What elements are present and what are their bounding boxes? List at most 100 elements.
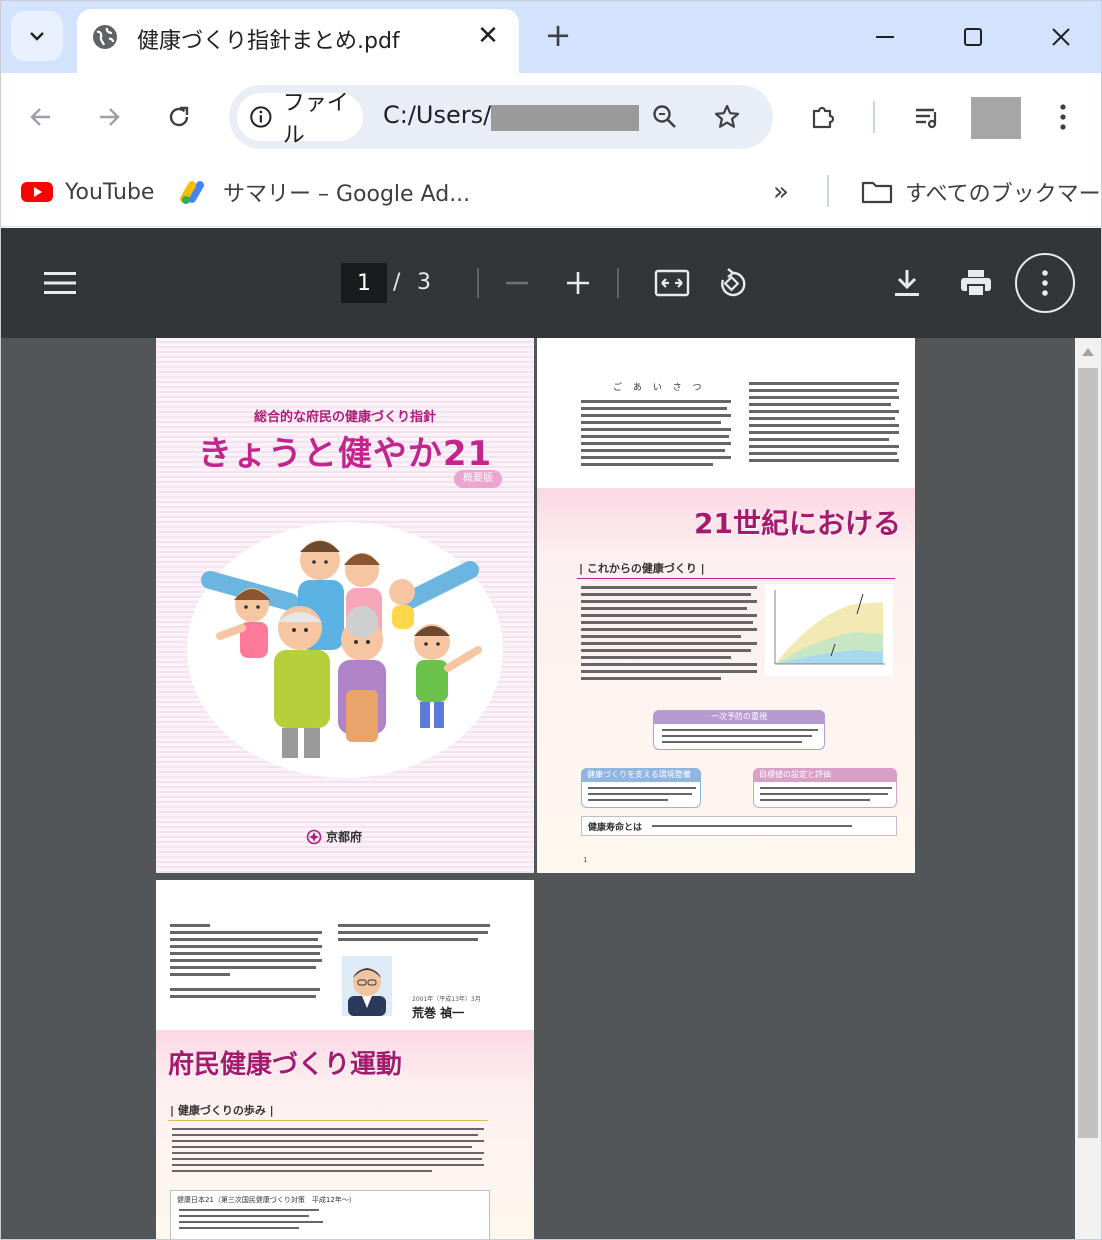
section-underline [168, 1120, 488, 1121]
extensions-button[interactable] [801, 95, 845, 139]
youtube-icon [21, 182, 53, 202]
primary-prevention-box: 一次予防の重視 [653, 710, 825, 750]
kebab-menu-icon [1042, 270, 1048, 296]
healthy-life-box: 健康寿命とは [581, 816, 897, 836]
bookmark-youtube[interactable]: YouTube [21, 175, 154, 209]
pdf-page-cover: 総合的な府民の健康づくり指針 きょうと健やか21 概要版 京都府 [156, 338, 534, 873]
minimize-button[interactable] [863, 15, 907, 59]
history-box-title: 健康日本21（第三次国民健康づくり対策 平成12年〜） [177, 1196, 356, 1204]
box-text [179, 1209, 479, 1233]
reload-button[interactable] [157, 95, 201, 139]
globe-icon [93, 25, 117, 49]
page2-section-title: | これからの健康づくり | [579, 562, 705, 575]
google-ads-icon [180, 181, 204, 204]
cover-badge: 概要版 [454, 470, 502, 488]
download-button[interactable] [883, 259, 931, 307]
browser-menu-button[interactable] [1041, 95, 1085, 139]
zoom-out-button[interactable] [493, 259, 541, 307]
page-number: 1 [583, 856, 588, 864]
rotate-icon [721, 268, 746, 297]
maximize-button[interactable] [951, 15, 995, 59]
media-controls-button[interactable] [905, 95, 949, 139]
bookmark-star-button[interactable] [707, 97, 747, 137]
close-icon [1052, 28, 1070, 46]
vertical-scrollbar[interactable] [1075, 338, 1101, 1239]
bookmark-google-ads[interactable]: サマリー – Google Ad... [179, 175, 470, 209]
section-underline [577, 578, 895, 579]
close-window-button[interactable] [1039, 15, 1083, 59]
greeting-text-right [749, 382, 899, 466]
bookmarks-overflow-button[interactable]: » [773, 175, 789, 209]
sidebar-toggle-button[interactable] [36, 259, 84, 307]
pdf-viewer[interactable]: 総合的な府民の健康づくり指針 きょうと健やか21 概要版 京都府 ご あ い さ… [1, 338, 1101, 1239]
goals-title: 目標値の設定と評価 [753, 768, 897, 782]
back-button[interactable] [19, 95, 63, 139]
kyoto-emblem-icon [306, 829, 322, 844]
zoom-button[interactable] [645, 97, 685, 137]
redacted-url [491, 105, 639, 131]
minimize-icon [876, 36, 894, 38]
profile-avatar[interactable] [971, 97, 1021, 139]
greeting-heading: ご あ い さ つ [613, 383, 706, 393]
magnifier-icon [653, 105, 676, 128]
forward-button[interactable] [87, 95, 131, 139]
minus-icon [506, 281, 528, 285]
all-bookmarks-label: すべてのブックマーク [905, 182, 1102, 207]
toolbar-separator [873, 101, 875, 133]
tab-close-button[interactable]: ✕ [473, 21, 503, 51]
fit-page-icon [654, 269, 690, 297]
page2-body-text [581, 586, 757, 684]
healthy-life-title: 健康寿命とは [588, 823, 643, 833]
all-bookmarks-button[interactable]: すべてのブックマーク [861, 175, 1102, 209]
page3-heading: 府民健康づくり運動 [168, 1050, 403, 1080]
scroll-up-arrow[interactable] [1082, 348, 1094, 356]
new-tab-button[interactable]: + [541, 15, 575, 55]
pdf-separator [477, 268, 479, 298]
greeting-continued-left [170, 924, 322, 1002]
primary-prevention-title: 一次予防の重視 [653, 710, 825, 724]
printer-icon [961, 270, 991, 297]
environment-box: 健康づくりを支える環境整備 [581, 768, 701, 808]
maximize-icon [964, 28, 982, 46]
page-total: 3 [417, 270, 431, 295]
bookmarks-bar: YouTube サマリー – Google Ad... » すべてのブックマーク [1, 161, 1101, 227]
page3-section: 府民健康づくり運動 | 健康づくりの歩み | 健康日本21（第三次国民健康づくり… [156, 1030, 534, 1239]
pdf-separator [617, 268, 619, 298]
hamburger-menu-icon [44, 272, 76, 294]
chip-label: ファイル [282, 91, 349, 148]
fit-to-page-button[interactable] [648, 259, 696, 307]
address-bar[interactable]: ファイル C:/Users/ [229, 85, 773, 149]
cover-title: きょうと健やか21 [197, 434, 493, 474]
environment-title: 健康づくりを支える環境整備 [581, 768, 701, 782]
tab-title: 健康づくり指針まとめ.pdf [137, 29, 400, 54]
download-icon [895, 270, 919, 296]
page3-body-text [172, 1128, 484, 1176]
kebab-menu-icon [1060, 104, 1066, 130]
chevron-down-icon [30, 32, 44, 41]
zoom-in-button[interactable] [554, 259, 602, 307]
tab-search-button[interactable] [11, 11, 63, 61]
folder-icon [861, 181, 893, 204]
page2-heading: 21世紀における [694, 507, 901, 540]
print-button[interactable] [952, 259, 1000, 307]
page-number-input[interactable]: 1 [341, 263, 387, 303]
signature-name: 荒巻 禎一 [412, 1006, 465, 1020]
star-icon [714, 104, 740, 128]
governor-portrait [342, 956, 392, 1016]
scrollbar-thumb[interactable] [1078, 368, 1098, 1138]
url-text[interactable]: C:/Users/ [383, 101, 491, 129]
puzzle-icon [812, 106, 835, 129]
arrow-left-icon [30, 108, 50, 126]
cover-subtitle: 総合的な府民の健康づくり指針 [253, 410, 436, 425]
goals-box: 目標値の設定と評価 [753, 768, 897, 808]
info-icon [250, 106, 272, 128]
bookmarks-separator [827, 175, 829, 207]
signature-date: 2001年（平成13年）3月 [412, 996, 481, 1003]
active-tab[interactable]: 健康づくり指針まとめ.pdf ✕ [77, 9, 519, 73]
pdf-more-options-button[interactable] [1015, 253, 1075, 313]
rotate-button[interactable] [709, 259, 757, 307]
cover-publisher: 京都府 [306, 828, 362, 845]
browser-window: 健康づくり指針まとめ.pdf ✕ + ファイル C:/Users/ YouTub… [0, 0, 1102, 1240]
page-separator: / [393, 270, 401, 295]
site-info-chip[interactable]: ファイル [237, 91, 363, 148]
